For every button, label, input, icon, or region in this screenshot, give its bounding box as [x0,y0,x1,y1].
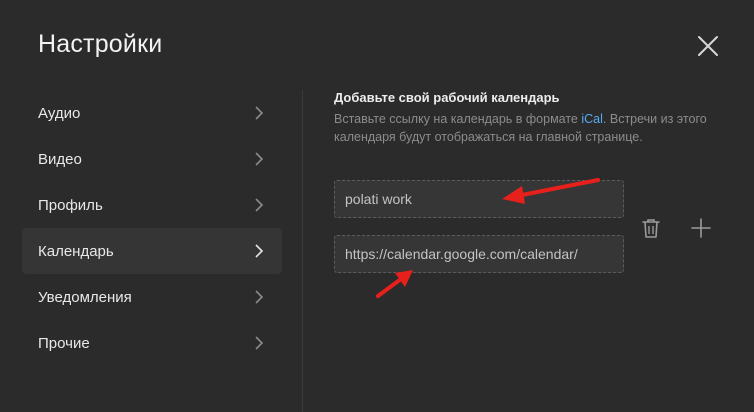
sidebar-item-label: Прочие [38,334,90,352]
settings-modal: Настройки Аудио Видео Профиль Календарь … [0,0,754,412]
sidebar-item-notifications[interactable]: Уведомления [22,274,282,320]
sidebar-item-video[interactable]: Видео [22,136,282,182]
sidebar-item-profile[interactable]: Профиль [22,182,282,228]
sidebar-item-label: Уведомления [38,288,132,306]
sidebar-item-label: Профиль [38,196,103,214]
trash-icon [642,219,660,238]
settings-sidebar: Аудио Видео Профиль Календарь Уведомлени… [22,90,282,366]
add-calendar-button[interactable] [690,217,712,239]
modal-title: Настройки [38,30,163,58]
panel-divider [302,90,303,412]
chevron-right-icon [255,152,264,166]
section-heading: Добавьте свой рабочий календарь [334,90,560,105]
sidebar-item-label: Календарь [38,242,114,260]
calendar-url-input[interactable] [334,235,624,273]
chevron-right-icon [255,198,264,212]
close-button[interactable] [696,34,720,58]
sidebar-item-calendar[interactable]: Календарь [22,228,282,274]
chevron-right-icon [255,106,264,120]
annotation-arrow [376,270,413,298]
delete-calendar-button[interactable] [640,217,662,239]
sidebar-item-label: Видео [38,150,82,168]
chevron-right-icon [255,290,264,304]
ical-link[interactable]: iCal [581,112,603,126]
calendar-settings-panel: Добавьте свой рабочий календарь Вставьте… [334,90,734,273]
chevron-right-icon [255,244,264,258]
close-icon [698,36,718,56]
plus-icon [691,218,711,238]
sidebar-item-audio[interactable]: Аудио [22,90,282,136]
description-text: Вставьте ссылку на календарь в формате [334,112,582,126]
sidebar-item-label: Аудио [38,104,81,122]
sidebar-item-other[interactable]: Прочие [22,320,282,366]
chevron-right-icon [255,336,264,350]
calendar-name-input[interactable] [334,180,624,218]
section-description: Вставьте ссылку на календарь в формате i… [334,110,724,146]
